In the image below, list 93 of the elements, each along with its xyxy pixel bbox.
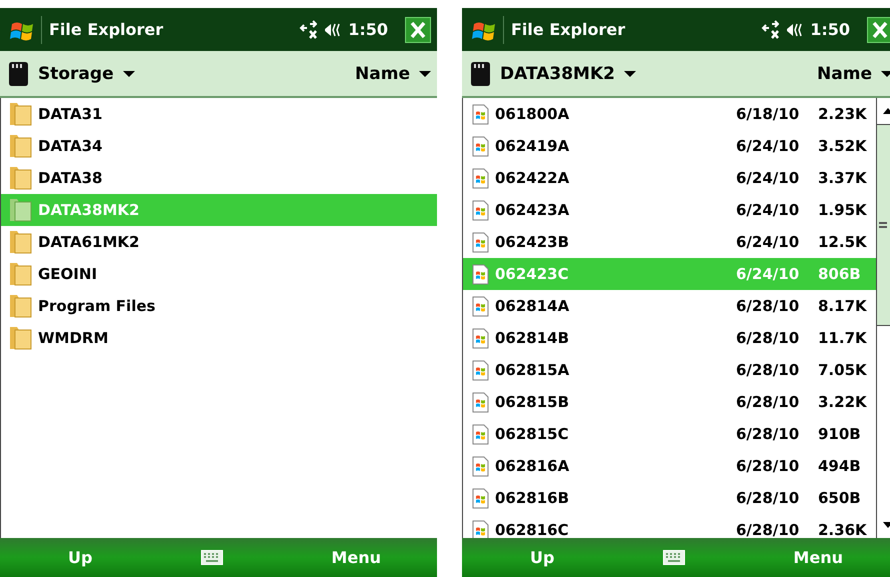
- menu-softkey[interactable]: Menu: [325, 544, 387, 571]
- caret-icon: [122, 70, 135, 76]
- clock-time[interactable]: 1:50: [810, 20, 850, 39]
- file-size: 7.05K: [818, 361, 868, 379]
- clock-time[interactable]: 1:50: [348, 20, 388, 39]
- file-size: 806B: [818, 265, 862, 283]
- keyboard-icon[interactable]: [662, 550, 685, 565]
- file-size: 494B: [818, 457, 862, 475]
- file-date: 6/28/10: [736, 361, 800, 379]
- keyboard-icon[interactable]: [200, 550, 223, 565]
- window-title: File Explorer: [511, 20, 626, 39]
- up-softkey[interactable]: Up: [524, 544, 560, 571]
- document-icon: [471, 328, 489, 348]
- file-date: 6/28/10: [736, 329, 800, 347]
- file-size: 3.52K: [818, 137, 868, 155]
- folder-icon: [9, 294, 32, 318]
- file-item[interactable]: 062423A 6/24/10 1.95K: [463, 194, 876, 226]
- document-icon: [471, 424, 489, 444]
- file-item[interactable]: 062419A 6/24/10 3.52K: [463, 130, 876, 162]
- up-softkey[interactable]: Up: [62, 544, 98, 571]
- document-icon: [471, 456, 489, 476]
- file-item[interactable]: 062814A 6/28/10 8.17K: [463, 290, 876, 322]
- window-title: File Explorer: [49, 20, 164, 39]
- file-date: 6/24/10: [736, 169, 800, 187]
- folder-item[interactable]: DATA38: [1, 162, 437, 194]
- location-dropdown[interactable]: DATA38MK2: [470, 60, 636, 86]
- file-size: 2.23K: [818, 105, 868, 123]
- document-icon: [471, 200, 489, 220]
- file-date: 6/28/10: [736, 297, 800, 315]
- folder-icon: [9, 198, 32, 222]
- file-size: 12.5K: [818, 233, 868, 251]
- document-icon: [471, 232, 489, 252]
- file-size: 1.95K: [818, 201, 868, 219]
- file-item[interactable]: 062815B 6/28/10 3.22K: [463, 386, 876, 418]
- folder-item[interactable]: WMDRM: [1, 322, 437, 354]
- file-date: 6/24/10: [736, 137, 800, 155]
- folder-icon: [9, 262, 32, 286]
- document-icon: [471, 168, 489, 188]
- folder-icon: [9, 230, 32, 254]
- file-item[interactable]: 061800A 6/18/10 2.23K: [463, 98, 876, 130]
- folder-icon: [9, 102, 32, 126]
- document-icon: [471, 520, 489, 538]
- file-size: 3.22K: [818, 393, 868, 411]
- close-icon[interactable]: [867, 16, 890, 42]
- file-size: 8.17K: [818, 297, 868, 315]
- sort-dropdown[interactable]: Name: [817, 64, 890, 84]
- location-dropdown[interactable]: Storage: [8, 60, 135, 86]
- file-item[interactable]: 062815A 6/28/10 7.05K: [463, 354, 876, 386]
- folder-icon: [9, 134, 32, 158]
- caret-icon: [419, 70, 431, 76]
- document-icon: [471, 488, 489, 508]
- folder-item[interactable]: GEOINI: [1, 258, 437, 290]
- folder-item[interactable]: Program Files: [1, 290, 437, 322]
- caret-icon: [881, 70, 890, 76]
- folder-item[interactable]: DATA34: [1, 130, 437, 162]
- file-item[interactable]: 062815C 6/28/10 910B: [463, 418, 876, 450]
- connectivity-icon[interactable]: [761, 20, 780, 39]
- file-date: 6/24/10: [736, 233, 800, 251]
- memory-card-icon: [8, 60, 29, 86]
- file-item[interactable]: 062814B 6/28/10 11.7K: [463, 322, 876, 354]
- folder-item[interactable]: DATA31: [1, 98, 437, 130]
- file-date: 6/24/10: [736, 265, 800, 283]
- folder-icon: [9, 326, 32, 350]
- file-size: 650B: [818, 489, 862, 507]
- document-icon: [471, 136, 489, 156]
- menu-softkey[interactable]: Menu: [787, 544, 849, 571]
- close-icon[interactable]: [405, 16, 431, 42]
- file-date: 6/28/10: [736, 457, 800, 475]
- document-icon: [471, 296, 489, 316]
- memory-card-icon: [470, 60, 491, 86]
- file-item[interactable]: 062423B 6/24/10 12.5K: [463, 226, 876, 258]
- file-date: 6/28/10: [736, 521, 800, 538]
- file-size: 11.7K: [818, 329, 868, 347]
- file-date: 6/28/10: [736, 393, 800, 411]
- file-date: 6/18/10: [736, 105, 800, 123]
- document-icon: [471, 264, 489, 284]
- file-item[interactable]: 062816A 6/28/10 494B: [463, 450, 876, 482]
- file-date: 6/24/10: [736, 201, 800, 219]
- file-item[interactable]: 062422A 6/24/10 3.37K: [463, 162, 876, 194]
- caret-icon: [624, 70, 636, 76]
- folder-icon: [9, 166, 32, 190]
- folder-item[interactable]: DATA61MK2: [1, 226, 437, 258]
- connectivity-icon[interactable]: [299, 20, 318, 39]
- file-date: 6/28/10: [736, 489, 800, 507]
- document-icon: [471, 104, 489, 124]
- file-size: 3.37K: [818, 169, 868, 187]
- file-date: 6/28/10: [736, 425, 800, 443]
- file-size: 2.36K: [818, 521, 868, 538]
- document-icon: [471, 360, 489, 380]
- file-size: 910B: [818, 425, 862, 443]
- sort-dropdown[interactable]: Name: [355, 64, 431, 84]
- file-item[interactable]: 062816B 6/28/10 650B: [463, 482, 876, 514]
- document-icon: [471, 392, 489, 412]
